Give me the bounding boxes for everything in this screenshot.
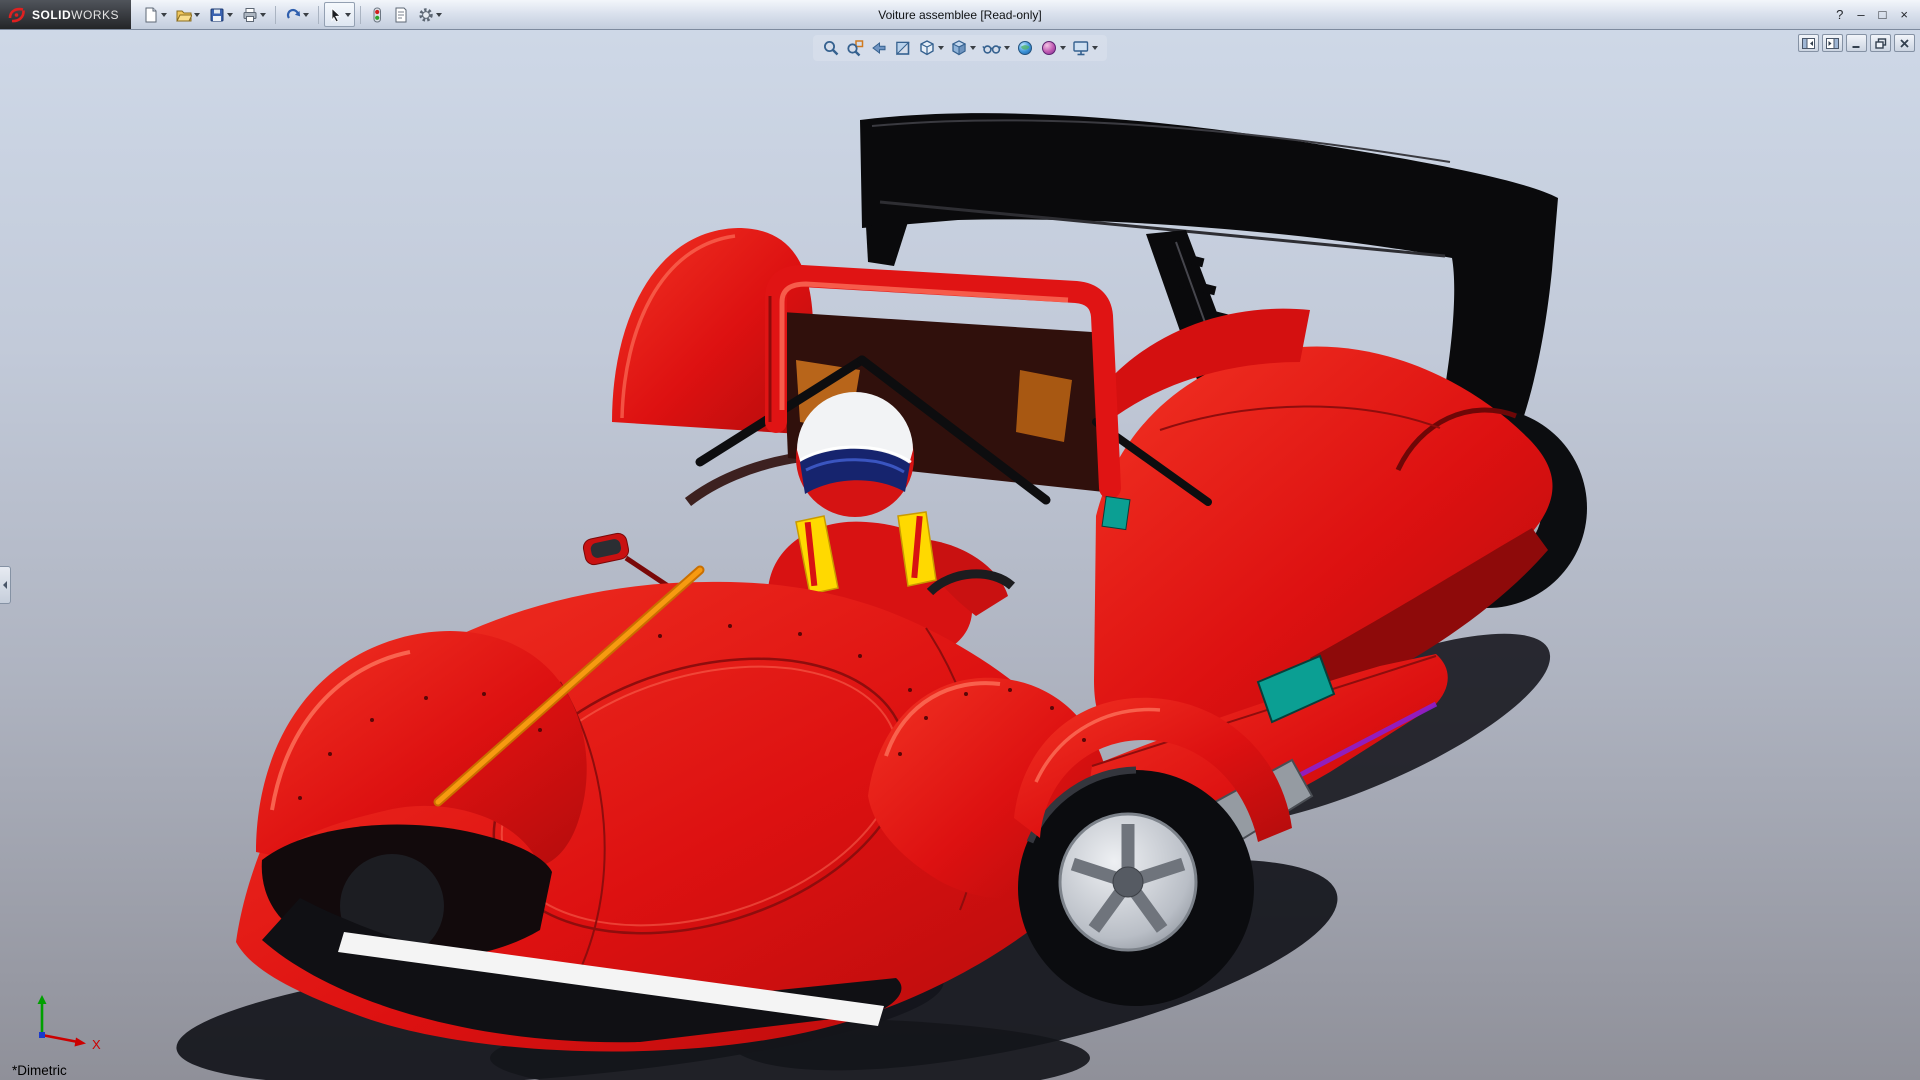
x-axis-arrow xyxy=(75,1038,87,1047)
close-document-button[interactable] xyxy=(1894,34,1915,52)
hide-show-items-icon xyxy=(982,39,1002,57)
zoom-to-area-button[interactable] xyxy=(844,37,866,59)
file-properties-icon xyxy=(393,7,409,23)
model-canvas[interactable] xyxy=(0,30,1920,1080)
teal-vent xyxy=(1102,496,1130,529)
options-button[interactable] xyxy=(414,2,446,27)
open-button[interactable] xyxy=(172,2,204,27)
brand-light: WORKS xyxy=(71,8,119,22)
helmet xyxy=(796,392,914,517)
rebuild-button[interactable] xyxy=(366,2,388,27)
show-feature-tree-button[interactable] xyxy=(1798,34,1819,52)
maximize-button[interactable]: □ xyxy=(1879,8,1887,21)
previous-view-button[interactable] xyxy=(868,37,890,59)
3d-viewport[interactable]: X *Dimetric xyxy=(0,30,1920,1080)
print-icon xyxy=(242,7,258,23)
feature-tree-expand-tab[interactable] xyxy=(0,566,11,604)
minimize-document-button[interactable] xyxy=(1846,34,1867,52)
undo-icon xyxy=(285,7,301,23)
view-orientation-label: *Dimetric xyxy=(12,1063,67,1078)
zoom-to-fit-button[interactable] xyxy=(820,37,842,59)
file-properties-button[interactable] xyxy=(389,2,413,27)
minimize-doc-icon xyxy=(1851,38,1862,49)
rear-left-wheel xyxy=(1018,770,1254,1006)
show-display-pane-button[interactable] xyxy=(1822,34,1843,52)
open-icon xyxy=(176,7,192,23)
new-document-icon xyxy=(143,7,159,23)
select-button[interactable] xyxy=(324,2,355,27)
previous-view-icon xyxy=(870,39,888,57)
section-view-icon xyxy=(894,39,912,57)
select-cursor-icon xyxy=(328,7,343,22)
heads-up-view-toolbar xyxy=(813,35,1107,61)
new-document-button[interactable] xyxy=(139,2,171,27)
brand-bold: SOLID xyxy=(32,8,71,22)
options-gear-icon xyxy=(418,7,434,23)
display-style-icon xyxy=(950,39,968,57)
close-doc-icon xyxy=(1899,38,1910,49)
view-orientation-icon xyxy=(918,39,936,57)
hide-show-items-button[interactable] xyxy=(980,37,1012,59)
save-icon xyxy=(209,7,225,23)
y-axis-arrow xyxy=(38,995,47,1004)
print-button[interactable] xyxy=(238,2,270,27)
apply-scene-button[interactable] xyxy=(1038,37,1068,59)
pane-right-icon xyxy=(1826,38,1839,49)
view-settings-icon xyxy=(1072,39,1090,57)
orientation-triad[interactable]: X xyxy=(16,991,126,1055)
chevron-left-icon xyxy=(2,580,8,590)
help-button[interactable]: ? xyxy=(1836,8,1843,21)
side-mirror xyxy=(582,532,668,586)
restore-document-button[interactable] xyxy=(1870,34,1891,52)
display-style-button[interactable] xyxy=(948,37,978,59)
undo-button[interactable] xyxy=(281,2,313,27)
brand-text: SOLIDWORKS xyxy=(32,8,119,22)
document-window-controls xyxy=(1798,34,1915,52)
zoom-to-area-icon xyxy=(846,39,864,57)
save-button[interactable] xyxy=(205,2,237,27)
view-settings-button[interactable] xyxy=(1070,37,1100,59)
solidworks-logo-icon xyxy=(8,6,26,24)
close-button[interactable]: × xyxy=(1900,8,1908,21)
restore-doc-icon xyxy=(1875,38,1887,49)
z-axis-origin xyxy=(39,1032,45,1038)
edit-appearance-icon xyxy=(1016,39,1034,57)
section-view-button[interactable] xyxy=(892,37,914,59)
minimize-button[interactable]: – xyxy=(1857,8,1864,21)
view-orientation-button[interactable] xyxy=(916,37,946,59)
rebuild-icon xyxy=(370,7,384,23)
pane-left-icon xyxy=(1802,38,1815,49)
apply-scene-icon xyxy=(1040,39,1058,57)
edit-appearance-button[interactable] xyxy=(1014,37,1036,59)
solidworks-logo: SOLIDWORKS xyxy=(0,0,131,29)
window-controls: ? – □ × xyxy=(1836,8,1920,21)
main-toolbar xyxy=(139,2,446,27)
title-bar: SOLIDWORKS xyxy=(0,0,1920,30)
zoom-to-fit-icon xyxy=(822,39,840,57)
x-axis-label: X xyxy=(92,1037,101,1052)
car-model[interactable] xyxy=(236,113,1587,1051)
